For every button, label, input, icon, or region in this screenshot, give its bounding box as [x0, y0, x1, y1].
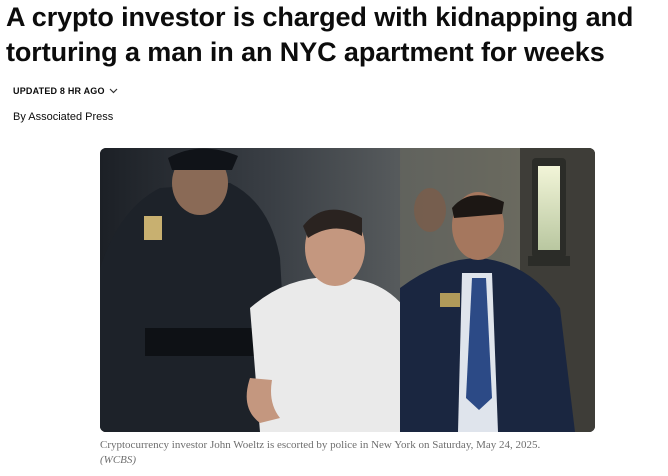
- updated-timestamp-toggle[interactable]: UPDATED 8 HR AGO: [13, 86, 118, 96]
- article-photo[interactable]: [100, 148, 595, 432]
- photo-credit: (WCBS): [100, 454, 137, 466]
- chevron-down-icon: [109, 88, 118, 94]
- photo-caption: Cryptocurrency investor John Woeltz is e…: [100, 438, 640, 468]
- byline: By Associated Press: [13, 111, 114, 123]
- updated-label: UPDATED 8 HR AGO: [13, 86, 105, 96]
- photo-illustration: [100, 148, 595, 432]
- caption-text: Cryptocurrency investor John Woeltz is e…: [100, 439, 541, 451]
- article-headline: A crypto investor is charged with kidnap…: [6, 2, 634, 67]
